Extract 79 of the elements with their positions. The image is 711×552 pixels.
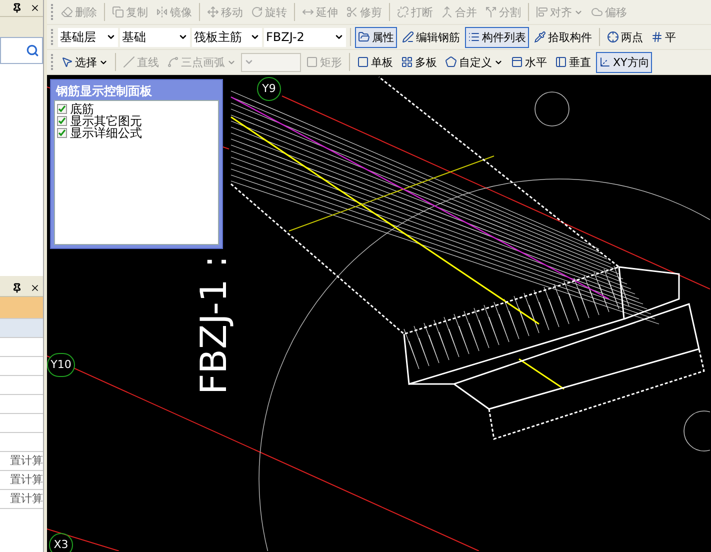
arc-icon <box>167 56 179 68</box>
caret-icon <box>178 32 188 42</box>
rotate-icon <box>251 6 263 18</box>
pointer-icon <box>61 56 73 68</box>
toolbar-button[interactable]: 自定义 <box>442 52 506 72</box>
copy-icon <box>112 6 124 18</box>
square-icon <box>357 56 369 68</box>
cloud-icon <box>591 6 603 18</box>
dropdown-value: 基础层 <box>60 31 96 43</box>
table-row <box>0 319 43 338</box>
dropdown-value: 基础 <box>122 31 146 43</box>
pipette-icon <box>534 31 546 43</box>
align-icon <box>536 6 548 18</box>
polygon-icon <box>445 56 457 68</box>
axis-bubble: Y10 <box>47 353 75 377</box>
axis-bubble: Y9 <box>257 77 281 101</box>
caret-icon <box>250 32 260 42</box>
table-row <box>0 509 43 552</box>
table-row <box>0 357 43 376</box>
table-row <box>0 433 43 452</box>
split-icon <box>485 6 497 18</box>
dropdown-field[interactable]: 基础层 <box>58 28 118 46</box>
pin-icon[interactable] <box>12 283 22 293</box>
break-icon <box>397 6 409 18</box>
crosshair-icon <box>607 31 619 43</box>
drawing-canvas[interactable]: 钢筋显示控制面板 底筋 显示其它图元 显示详细公式 Y9 FBZJ-1 : Y10 X3 <box>47 75 711 552</box>
checkbox[interactable] <box>57 116 67 126</box>
toolbar-button[interactable]: 拾取构件 <box>531 26 595 48</box>
merge-icon <box>441 6 453 18</box>
grid-icon <box>401 56 413 68</box>
table-row <box>0 338 43 357</box>
table-row <box>0 395 43 414</box>
table-cell: 置计算 <box>0 490 43 509</box>
pen-icon <box>402 31 414 43</box>
rectangle-icon <box>306 56 318 68</box>
toolbar-button[interactable]: 水平 <box>508 52 550 72</box>
toolbar-button[interactable]: 平 <box>648 26 679 48</box>
close-icon[interactable] <box>30 3 40 13</box>
mirror-icon <box>156 6 168 18</box>
table-cell: 置计算 <box>0 471 43 490</box>
table-row <box>0 414 43 433</box>
toolbar-button[interactable]: 属性 <box>355 26 397 48</box>
caret-icon <box>106 32 116 42</box>
close-icon[interactable] <box>30 283 40 293</box>
option-checkbox[interactable]: 底筋 <box>57 103 216 115</box>
toolbar-button[interactable]: 多板 <box>398 52 440 72</box>
toolbar-button[interactable]: 编辑钢筋 <box>399 26 463 48</box>
option-checkbox[interactable]: 显示详细公式 <box>57 127 216 139</box>
dropdown-value: FBZJ-2 <box>266 31 304 43</box>
toolbar-button[interactable]: 选择 <box>58 52 111 72</box>
toolbar-button[interactable]: XY方向 <box>596 52 652 72</box>
grid-icon <box>651 31 663 43</box>
panel-title: 钢筋显示控制面板 <box>54 83 153 100</box>
line-icon <box>123 56 135 68</box>
checkbox[interactable] <box>57 128 67 138</box>
caret-icon <box>334 32 344 42</box>
toolbar-button[interactable]: 垂直 <box>552 52 594 72</box>
table-row <box>0 376 43 395</box>
folder-icon <box>358 31 370 43</box>
scissors-icon <box>346 6 358 18</box>
eraser-icon <box>61 6 73 18</box>
toolbar-button[interactable]: 两点 <box>604 26 646 48</box>
checkbox[interactable] <box>57 104 67 114</box>
toolbar-button[interactable]: 构件列表 <box>465 26 529 48</box>
move-arrows-icon <box>207 6 219 18</box>
dropdown-field[interactable]: 筏板主筋 <box>192 28 262 46</box>
search-field[interactable] <box>0 37 43 64</box>
axes-icon <box>599 56 611 68</box>
option-checkbox[interactable]: 显示其它图元 <box>57 115 216 127</box>
search-icon[interactable] <box>26 44 39 57</box>
table-header <box>0 297 43 319</box>
toolbar-button[interactable]: 单板 <box>354 52 396 72</box>
dropdown-field[interactable]: 基础 <box>120 28 190 46</box>
axis-bubble: X3 <box>49 533 73 552</box>
dropdown-value: 筏板主筋 <box>194 31 242 43</box>
table-cell: 置计算 <box>0 452 43 471</box>
dropdown-field[interactable]: FBZJ-2 <box>264 28 346 46</box>
pin-icon[interactable] <box>12 3 22 13</box>
member-label: FBZJ-1 : <box>193 254 236 396</box>
